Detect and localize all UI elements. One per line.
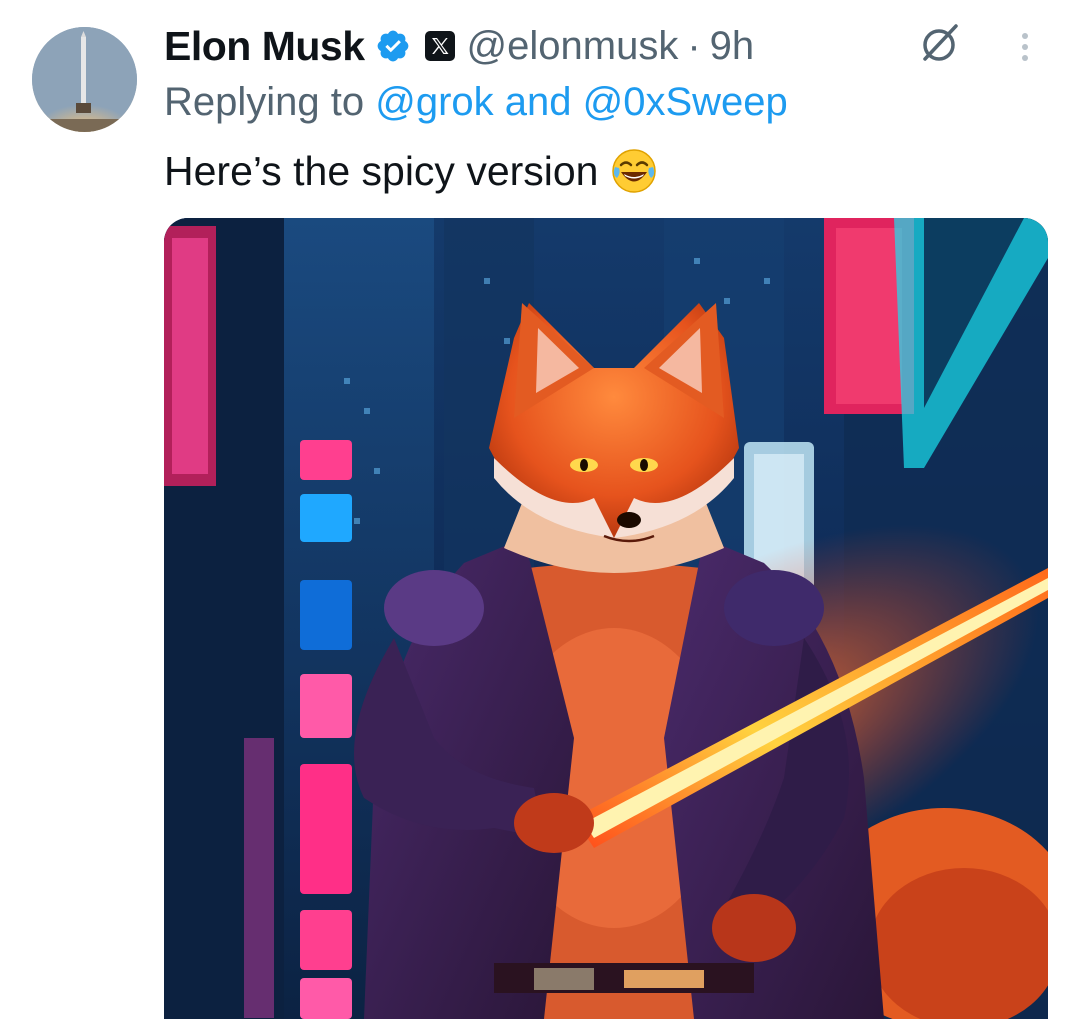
author-handle[interactable]: @elonmusk (467, 24, 679, 69)
tweet-text: Here’s the spicy version (164, 147, 658, 195)
timestamp[interactable]: 9h (710, 24, 755, 69)
separator-dot: · (687, 23, 701, 68)
reply-user-0xsweep-link[interactable]: @0xSweep (583, 80, 788, 124)
fox-warrior-illustration (164, 218, 1048, 1019)
tweet-header: Elon Musk @elonmusk · 9h (164, 18, 754, 74)
rocket-launch-image (32, 27, 137, 132)
reply-prefix: Replying to (164, 80, 376, 124)
author-name[interactable]: Elon Musk (164, 23, 365, 70)
tweet-media-image[interactable] (164, 218, 1048, 1019)
replying-to-line: Replying to @grok and @0xSweep (164, 80, 788, 125)
grok-icon[interactable] (918, 22, 962, 66)
tweet-body: Here’s the spicy version (164, 147, 599, 194)
author-avatar[interactable] (32, 27, 137, 132)
x-logo-icon (424, 31, 455, 61)
more-vertical-icon[interactable] (1014, 28, 1036, 68)
reply-joiner: and (493, 80, 583, 124)
verified-badge-icon[interactable] (375, 28, 411, 64)
face-with-tears-of-joy-icon (610, 147, 658, 195)
reply-user-grok-link[interactable]: @grok (375, 80, 493, 124)
